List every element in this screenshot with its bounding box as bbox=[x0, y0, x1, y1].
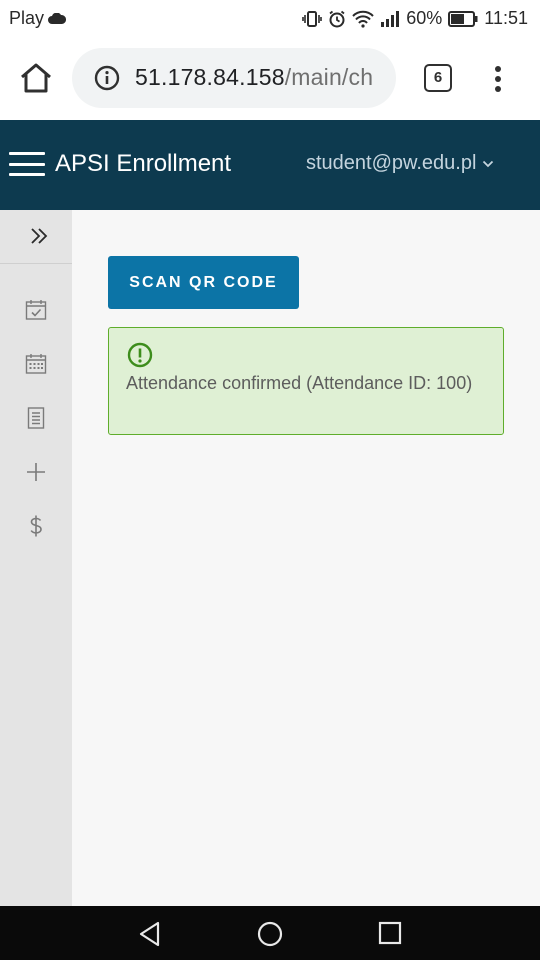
chevron-down-icon bbox=[483, 160, 494, 167]
status-bar: Play 60% 11:51 bbox=[0, 0, 540, 36]
sidebar bbox=[0, 210, 72, 906]
exclamation-circle-icon bbox=[127, 342, 153, 368]
calendar-grid-icon bbox=[25, 354, 47, 374]
sidebar-item-document[interactable] bbox=[24, 406, 48, 430]
signal-icon bbox=[380, 10, 400, 27]
back-icon[interactable] bbox=[138, 921, 162, 947]
sidebar-item-calendar[interactable] bbox=[24, 352, 48, 376]
cloud-icon bbox=[48, 12, 67, 25]
url-text[interactable]: 51.178.84.158/main/ch bbox=[135, 64, 373, 91]
home-button[interactable] bbox=[18, 60, 54, 96]
dollar-icon bbox=[30, 515, 42, 537]
app-header: APSI Enrollment student@pw.edu.pl bbox=[0, 120, 540, 210]
home-circle-icon[interactable] bbox=[257, 921, 283, 947]
recents-icon[interactable] bbox=[378, 921, 402, 945]
main-content: SCAN QR CODE Attendance confirmed (Atten… bbox=[72, 210, 540, 906]
sidebar-toggle[interactable] bbox=[0, 210, 72, 264]
user-email: student@pw.edu.pl bbox=[306, 152, 477, 174]
success-alert: Attendance confirmed (Attendance ID: 100… bbox=[108, 327, 504, 435]
battery-level: 60% bbox=[406, 8, 443, 28]
sidebar-item-calendar-check[interactable] bbox=[24, 298, 48, 322]
alert-message: Attendance confirmed (Attendance ID: 100… bbox=[126, 373, 473, 393]
home-icon bbox=[21, 63, 51, 93]
calendar-check-icon bbox=[25, 300, 47, 320]
wifi-icon bbox=[352, 10, 374, 28]
browser-toolbar: 51.178.84.158/main/ch 6 bbox=[0, 36, 540, 120]
plus-icon bbox=[27, 463, 45, 481]
url-host: 51.178.84.158 bbox=[135, 64, 285, 90]
battery-icon bbox=[448, 10, 478, 27]
more-vert-icon[interactable] bbox=[491, 66, 505, 92]
carrier-label: Play bbox=[9, 8, 45, 28]
tab-switcher-button[interactable]: 6 bbox=[424, 64, 452, 92]
alarm-icon bbox=[328, 10, 346, 28]
app-title: APSI Enrollment bbox=[55, 150, 232, 177]
scan-qr-code-button[interactable]: SCAN QR CODE bbox=[108, 256, 299, 309]
vibrate-icon bbox=[302, 10, 323, 28]
info-icon[interactable] bbox=[94, 65, 120, 91]
system-navigation-bar bbox=[0, 906, 540, 960]
document-icon bbox=[27, 407, 45, 429]
clock: 11:51 bbox=[484, 8, 528, 28]
double-chevron-right-icon bbox=[31, 228, 48, 244]
hamburger-menu-icon[interactable] bbox=[9, 152, 45, 176]
url-path: /main/ch bbox=[284, 64, 374, 90]
address-bar[interactable]: 51.178.84.158/main/ch bbox=[72, 48, 396, 108]
sidebar-item-add[interactable] bbox=[24, 460, 48, 484]
sidebar-item-payments[interactable] bbox=[24, 514, 48, 538]
user-menu[interactable]: student@pw.edu.pl bbox=[306, 152, 494, 175]
